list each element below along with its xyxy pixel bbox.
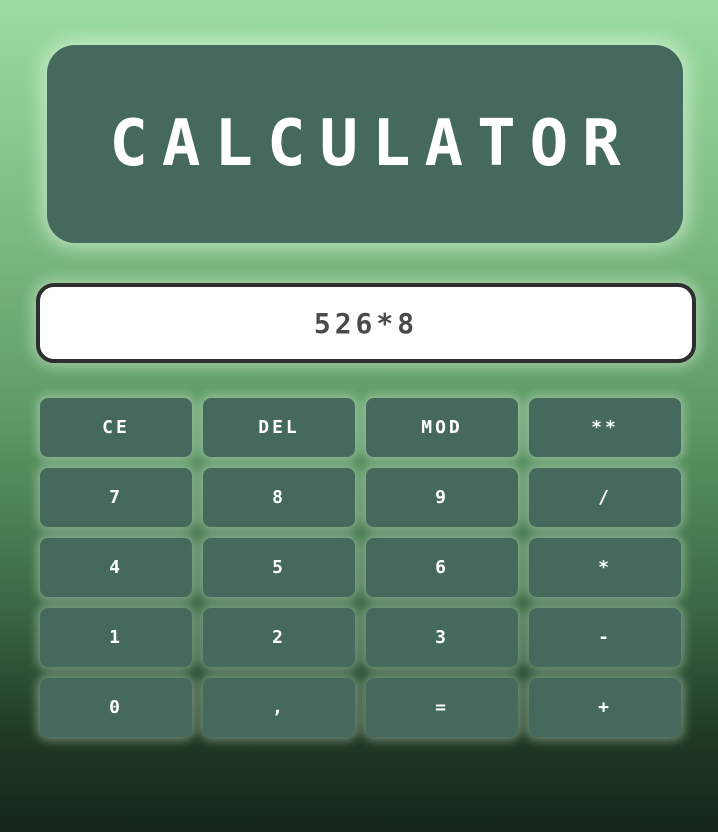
decimal-button[interactable]: ,: [203, 678, 355, 737]
digit-8-button[interactable]: 8: [203, 468, 355, 527]
digit-7-button[interactable]: 7: [40, 468, 192, 527]
digit-2-button[interactable]: 2: [203, 608, 355, 667]
digit-4-button[interactable]: 4: [40, 538, 192, 597]
clear-entry-button[interactable]: CE: [40, 398, 192, 457]
digit-1-button[interactable]: 1: [40, 608, 192, 667]
multiply-button[interactable]: *: [529, 538, 681, 597]
title-banner: CALCULATOR: [47, 45, 683, 243]
keypad: CE DEL MOD ** 7 8 9 / 4 5 6 * 1 2 3 - 0 …: [40, 398, 682, 737]
subtract-button[interactable]: -: [529, 608, 681, 667]
add-button[interactable]: +: [529, 678, 681, 737]
digit-6-button[interactable]: 6: [366, 538, 518, 597]
divide-button[interactable]: /: [529, 468, 681, 527]
delete-button[interactable]: DEL: [203, 398, 355, 457]
digit-5-button[interactable]: 5: [203, 538, 355, 597]
calculator-display: 526*8: [36, 283, 696, 363]
power-button[interactable]: **: [529, 398, 681, 457]
digit-9-button[interactable]: 9: [366, 468, 518, 527]
display-value: 526*8: [313, 306, 419, 340]
app-title: CALCULATOR: [109, 107, 635, 181]
digit-0-button[interactable]: 0: [40, 678, 192, 737]
modulo-button[interactable]: MOD: [366, 398, 518, 457]
equals-button[interactable]: =: [366, 678, 518, 737]
digit-3-button[interactable]: 3: [366, 608, 518, 667]
